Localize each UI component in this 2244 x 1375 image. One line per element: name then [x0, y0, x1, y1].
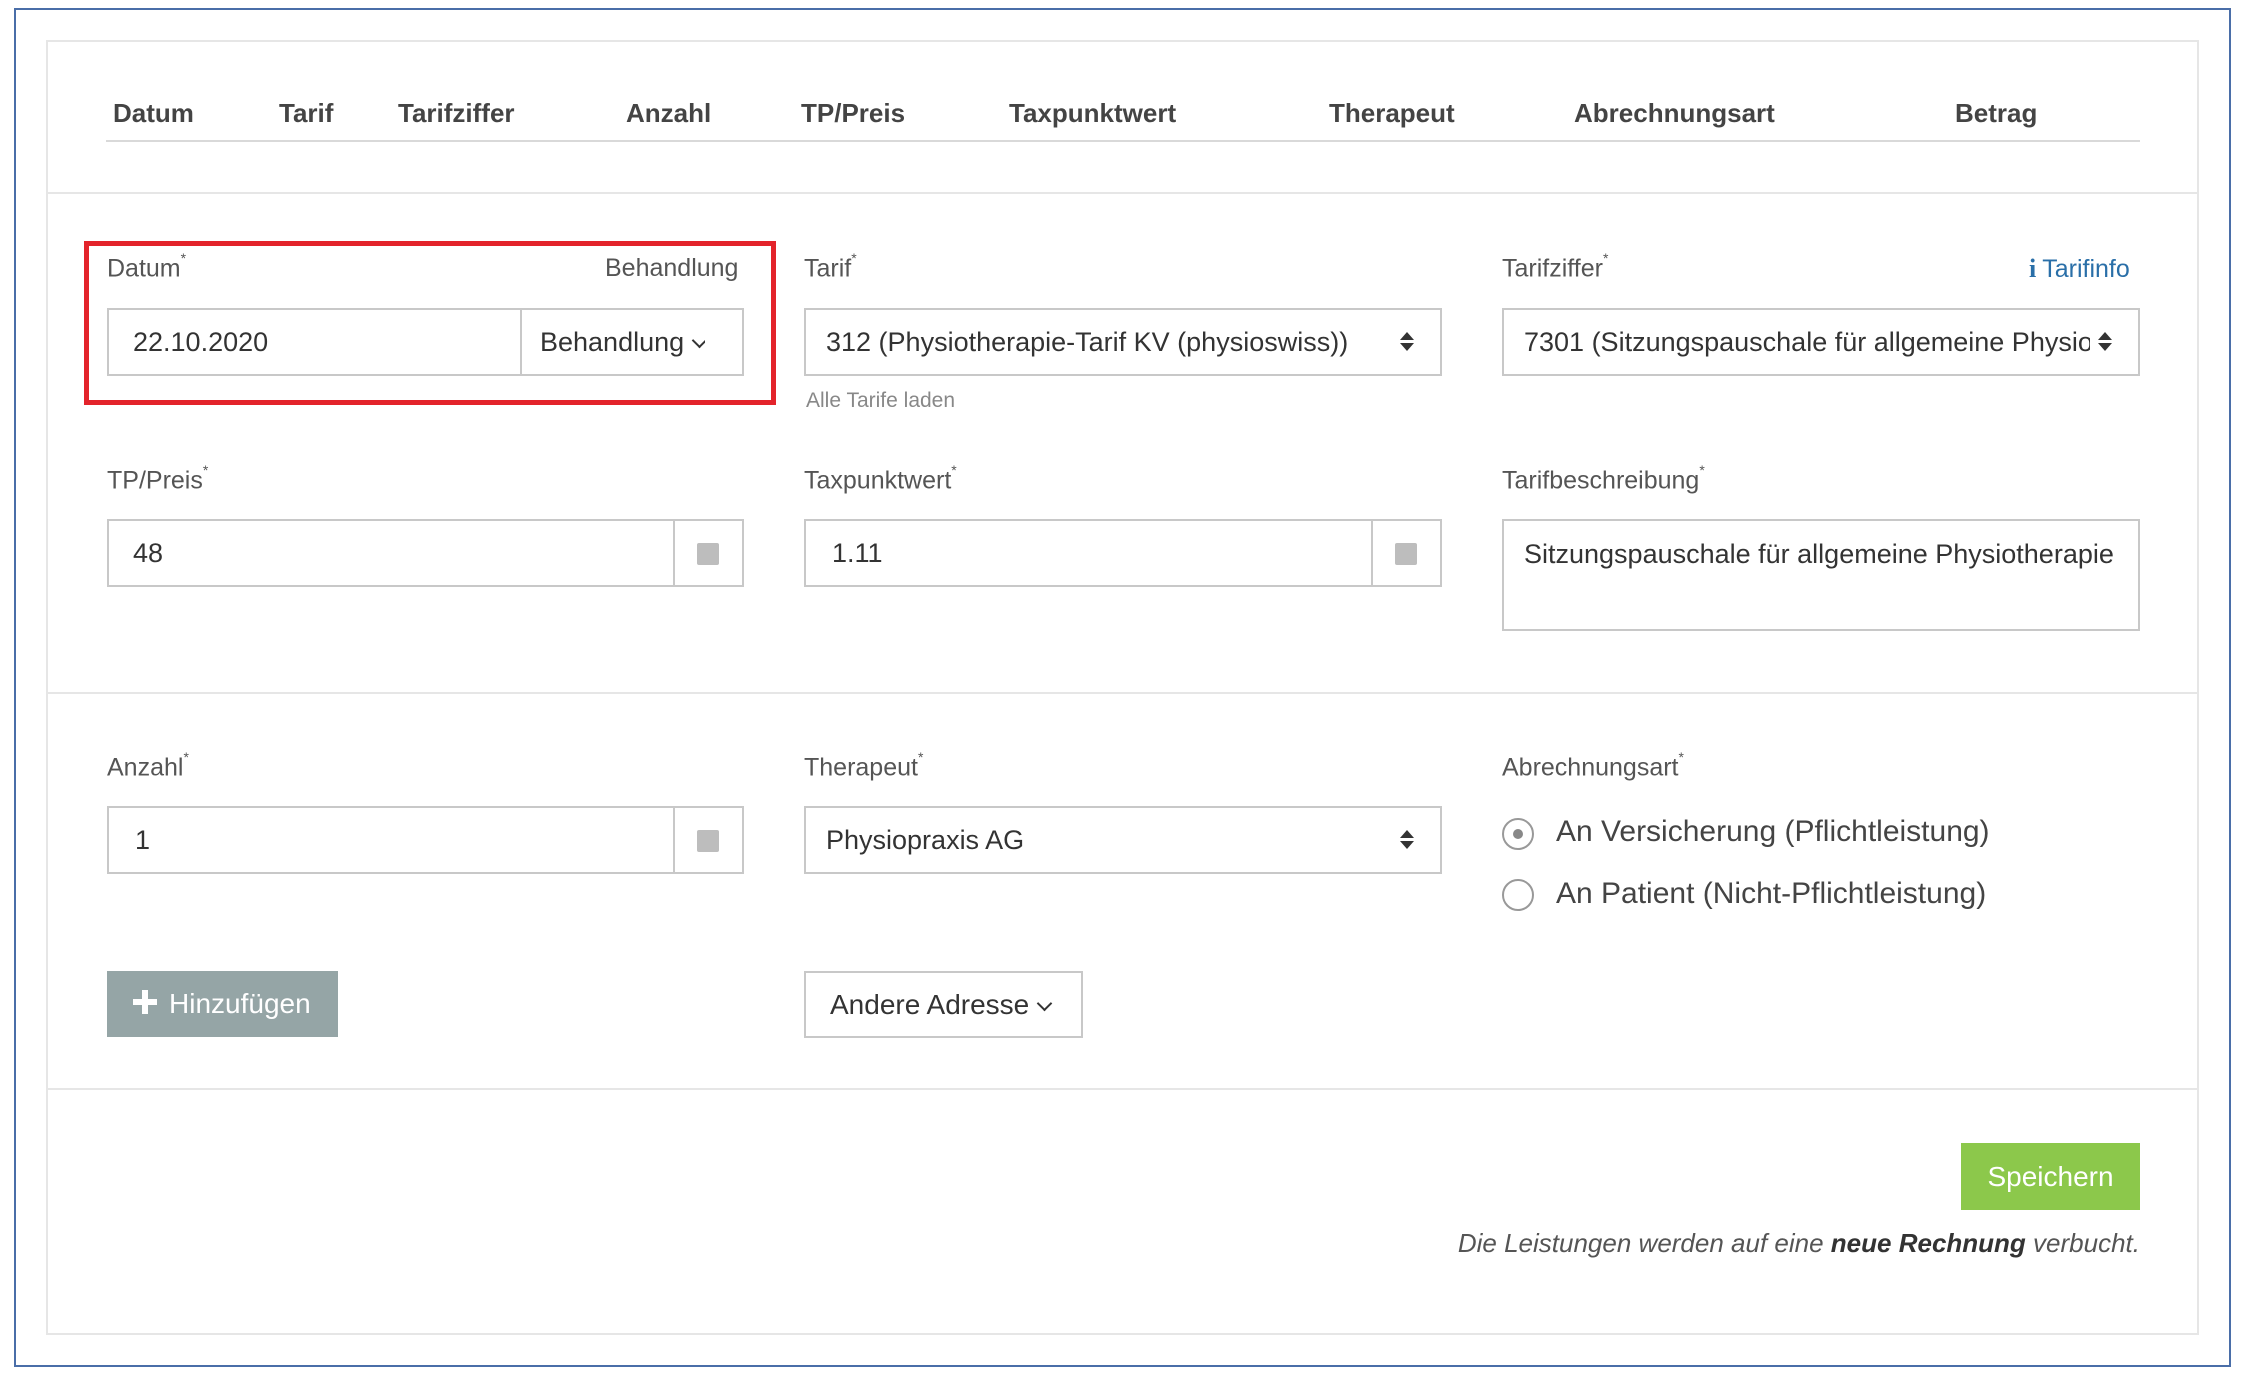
tarif-label: Tarif*: [804, 250, 857, 283]
tarifinfo-link[interactable]: i Tarifinfo: [2029, 254, 2130, 284]
plus-icon: [133, 990, 157, 1014]
table-header-divider: [106, 140, 2140, 142]
chevron-down-icon: [1036, 995, 1053, 1012]
anzahl-label: Anzahl*: [107, 749, 189, 782]
tarifbeschreibung-text: Sitzungspauschale für allgemeine Physiot…: [1524, 539, 2114, 569]
column-header-anzahl: Anzahl: [626, 98, 712, 128]
column-header-tarifziffer: Tarifziffer: [398, 98, 515, 128]
radio-patient-label[interactable]: An Patient (Nicht-Pflichtleistung): [1556, 877, 1986, 911]
lock-square-icon: [697, 543, 719, 565]
section-divider: [46, 692, 2199, 694]
lock-square-icon: [1395, 543, 1417, 565]
column-header-tp-preis: TP/Preis: [801, 98, 906, 128]
taxpunktwert-lock-button[interactable]: [1371, 521, 1440, 585]
tarifziffer-select[interactable]: 7301 (Sitzungspauschale für allgemeine P…: [1502, 308, 2140, 376]
taxpunktwert-input[interactable]: 1.11: [832, 521, 1332, 585]
footnote-suffix: verbucht.: [2033, 1228, 2140, 1258]
radio-versicherung-label[interactable]: An Versicherung (Pflichtleistung): [1556, 815, 1990, 849]
anzahl-lock-button[interactable]: [673, 808, 742, 872]
info-icon: i: [2029, 254, 2037, 283]
datum-label: Datum*: [107, 250, 187, 283]
column-header-abrechnungsart: Abrechnungsart: [1574, 98, 1775, 128]
behandlung-label: Behandlung: [605, 254, 739, 282]
radio-versicherung[interactable]: [1502, 818, 1534, 850]
column-header-datum: Datum: [113, 98, 194, 128]
footnote-prefix: Die Leistungen werden auf eine: [1457, 1228, 1824, 1258]
tp-preis-lock-button[interactable]: [673, 521, 742, 585]
select-arrows-icon: [1400, 830, 1414, 849]
chevron-down-icon: [691, 332, 706, 349]
behandlung-dropdown-value: Behandlung: [540, 310, 706, 374]
column-header-therapeut: Therapeut: [1329, 98, 1455, 128]
therapeut-label: Therapeut*: [804, 749, 924, 782]
tarifziffer-select-value: 7301 (Sitzungspauschale für allgemeine P…: [1524, 327, 2090, 357]
tp-preis-label: TP/Preis*: [107, 462, 209, 495]
column-header-taxpunktwert: Taxpunktwert: [1009, 98, 1177, 128]
therapeut-select[interactable]: Physiopraxis AG: [804, 806, 1442, 874]
therapeut-select-value: Physiopraxis AG: [826, 825, 1025, 855]
invoice-footnote: Die Leistungen werden auf eine neue Rech…: [1458, 1228, 2140, 1259]
tarifinfo-link-label: Tarifinfo: [2042, 255, 2130, 283]
tp-preis-input-group: 48: [107, 519, 744, 587]
datum-input[interactable]: 22.10.2020: [133, 310, 513, 374]
select-arrows-icon: [1400, 332, 1414, 351]
datum-input-group: 22.10.2020 Behandlung: [107, 308, 744, 376]
save-button[interactable]: Speichern: [1961, 1143, 2140, 1210]
tp-preis-input[interactable]: 48: [133, 521, 633, 585]
other-address-dropdown[interactable]: Andere Adresse: [804, 971, 1083, 1038]
behandlung-dropdown-label: Behandlung: [540, 327, 685, 357]
taxpunktwert-input-group: 1.11: [804, 519, 1442, 587]
tarifbeschreibung-textarea[interactable]: Sitzungspauschale für allgemeine Physiot…: [1502, 519, 2140, 631]
section-divider: [46, 192, 2199, 194]
tarifbeschreibung-label: Tarifbeschreibung*: [1502, 462, 1705, 495]
lock-square-icon: [697, 830, 719, 852]
tarif-select[interactable]: 312 (Physiotherapie-Tarif KV (physioswis…: [804, 308, 1442, 376]
tarifziffer-label: Tarifziffer*: [1502, 250, 1609, 283]
add-button-label: Hinzufügen: [169, 988, 311, 1019]
section-divider: [46, 1088, 2199, 1090]
add-button[interactable]: Hinzufügen: [107, 971, 338, 1037]
select-arrows-icon: [2098, 332, 2112, 351]
column-header-betrag: Betrag: [1955, 98, 2038, 128]
footnote-emphasis: neue Rechnung: [1830, 1228, 2026, 1258]
form-card: [46, 40, 2199, 1335]
tarif-select-value: 312 (Physiotherapie-Tarif KV (physioswis…: [826, 327, 1349, 357]
other-address-label: Andere Adresse: [830, 989, 1030, 1020]
column-header-tarif: Tarif: [279, 98, 334, 128]
radio-patient[interactable]: [1502, 879, 1534, 911]
behandlung-dropdown[interactable]: Behandlung: [520, 310, 742, 374]
taxpunktwert-label: Taxpunktwert*: [804, 462, 957, 495]
abrechnungsart-label: Abrechnungsart*: [1502, 749, 1684, 782]
anzahl-input-group: 1: [107, 806, 744, 874]
load-all-tarifs-link[interactable]: Alle Tarife laden: [806, 389, 955, 413]
anzahl-input[interactable]: 1: [135, 808, 635, 872]
